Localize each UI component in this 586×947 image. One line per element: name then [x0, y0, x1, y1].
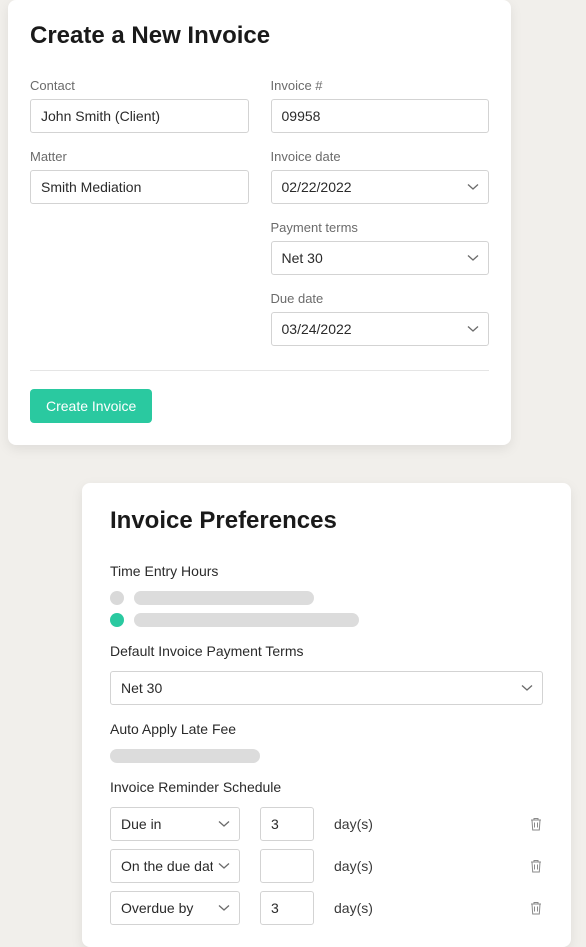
invoice-number-input[interactable]: [271, 99, 490, 133]
reminder-unit-label: day(s): [334, 858, 509, 874]
radio-on-icon: [110, 613, 124, 627]
reminder-type-input[interactable]: [110, 891, 240, 925]
skeleton-text: [134, 591, 314, 605]
matter-label: Matter: [30, 149, 249, 164]
default-terms-input[interactable]: [110, 671, 543, 705]
trash-icon[interactable]: [529, 900, 543, 916]
reminder-type-select[interactable]: [110, 807, 240, 841]
due-date-field: Due date: [271, 291, 490, 346]
invoice-date-input[interactable]: [271, 170, 490, 204]
trash-icon[interactable]: [529, 858, 543, 874]
divider: [30, 370, 489, 371]
reminder-type-select[interactable]: [110, 849, 240, 883]
payment-terms-field: Payment terms: [271, 220, 490, 275]
preferences-title: Invoice Preferences: [110, 507, 543, 535]
late-fee-label: Auto Apply Late Fee: [110, 721, 543, 737]
reminder-value-input[interactable]: [260, 807, 314, 841]
contact-label: Contact: [30, 78, 249, 93]
create-invoice-button[interactable]: Create Invoice: [30, 389, 152, 423]
due-date-label: Due date: [271, 291, 490, 306]
matter-input[interactable]: [30, 170, 249, 204]
invoice-date-select[interactable]: [271, 170, 490, 204]
reminder-type-select[interactable]: [110, 891, 240, 925]
reminder-unit-label: day(s): [334, 816, 509, 832]
invoice-number-label: Invoice #: [271, 78, 490, 93]
reminder-row: day(s): [110, 807, 543, 841]
skeleton-text: [110, 749, 260, 763]
create-invoice-title: Create a New Invoice: [30, 22, 489, 50]
payment-terms-input[interactable]: [271, 241, 490, 275]
reminder-value-input[interactable]: [260, 849, 314, 883]
time-entry-option-2[interactable]: [110, 613, 543, 627]
invoice-number-field: Invoice #: [271, 78, 490, 133]
skeleton-text: [134, 613, 359, 627]
reminder-schedule-label: Invoice Reminder Schedule: [110, 779, 543, 795]
radio-off-icon: [110, 591, 124, 605]
invoice-form-grid: Contact Invoice # Matter Invoice date Pa…: [30, 78, 489, 346]
payment-terms-label: Payment terms: [271, 220, 490, 235]
reminder-row: day(s): [110, 849, 543, 883]
contact-field: Contact: [30, 78, 249, 133]
reminder-row: day(s): [110, 891, 543, 925]
default-terms-label: Default Invoice Payment Terms: [110, 643, 543, 659]
trash-icon[interactable]: [529, 816, 543, 832]
invoice-date-field: Invoice date: [271, 149, 490, 204]
contact-input[interactable]: [30, 99, 249, 133]
time-entry-label: Time Entry Hours: [110, 563, 543, 579]
invoice-date-label: Invoice date: [271, 149, 490, 164]
invoice-preferences-card: Invoice Preferences Time Entry Hours Def…: [82, 483, 571, 947]
due-date-select[interactable]: [271, 312, 490, 346]
time-entry-option-1[interactable]: [110, 591, 543, 605]
payment-terms-select[interactable]: [271, 241, 490, 275]
reminder-unit-label: day(s): [334, 900, 509, 916]
reminder-value-input[interactable]: [260, 891, 314, 925]
reminder-type-input[interactable]: [110, 849, 240, 883]
matter-field: Matter: [30, 149, 249, 204]
reminder-type-input[interactable]: [110, 807, 240, 841]
default-terms-select[interactable]: [110, 671, 543, 705]
due-date-input[interactable]: [271, 312, 490, 346]
create-invoice-card: Create a New Invoice Contact Invoice # M…: [8, 0, 511, 445]
